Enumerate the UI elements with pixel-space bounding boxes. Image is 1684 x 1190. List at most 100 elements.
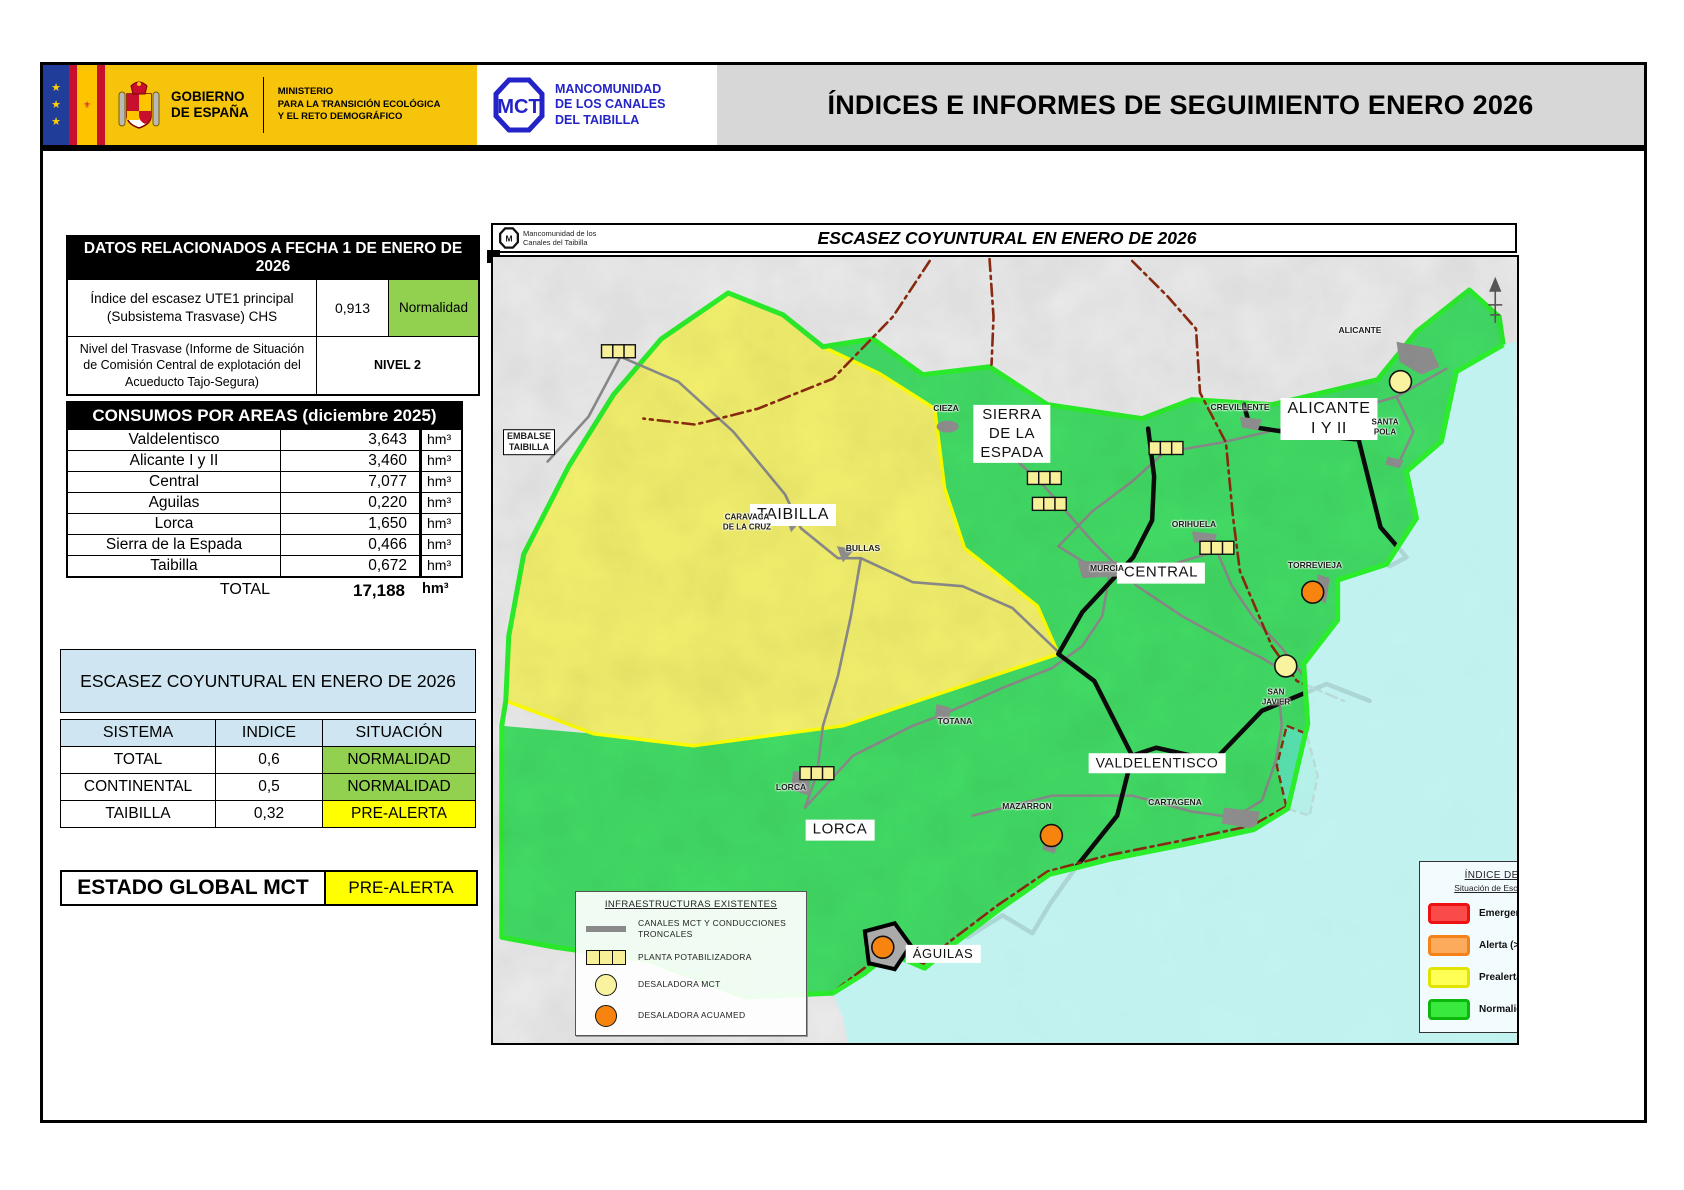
- table-row: Lorca 1,650 hm³: [68, 513, 461, 534]
- sistema-cell: TOTAL: [61, 746, 215, 773]
- area-value: 7,077: [280, 471, 419, 492]
- desaladora-acuamed-icon: [1302, 581, 1324, 603]
- city-label-cartagena: CARTAGENA: [1148, 797, 1202, 807]
- prealerta-swatch: [1428, 967, 1470, 988]
- area-value: 0,220: [280, 492, 419, 513]
- legend-item: Normalidad (> 0,50): [1428, 999, 1519, 1020]
- infra-legend: INFRAESTRUCTURAS EXISTENTES CANALES MCT …: [575, 891, 807, 1036]
- planta-potabilizadora-icon: [1032, 497, 1066, 510]
- area-value: 0,672: [280, 555, 419, 576]
- table-row: Valdelentisco 3,643 hm³: [68, 429, 461, 450]
- mct-mini-logo-icon: M: [499, 227, 519, 249]
- area-unit: hm³: [419, 429, 461, 450]
- city-label-santa-pola: SANTA POLA: [1372, 417, 1399, 436]
- area-name: Aguilas: [68, 492, 280, 513]
- area-name: Sierra de la Espada: [68, 534, 280, 555]
- area-value: 3,460: [280, 450, 419, 471]
- city-label-caravaca: CARAVACA DE LA CRUZ: [723, 512, 771, 531]
- situacion-cell: PRE-ALERTA: [322, 800, 475, 827]
- report-page: ★★★ ⚜ GOBIERNO DE ESPAÑA: [0, 0, 1684, 1190]
- sistema-cell: CONTINENTAL: [61, 773, 215, 800]
- total-value: 17,188: [278, 581, 417, 601]
- col-indice: INDICE: [215, 720, 322, 746]
- table-row: Alicante I y II 3,460 hm³: [68, 450, 461, 471]
- table-row: Taibilla 0,672 hm³: [68, 555, 461, 576]
- table-row: CONTINENTAL 0,5 NORMALIDAD: [61, 773, 475, 800]
- area-unit: hm³: [419, 513, 461, 534]
- normalidad-swatch: [1428, 999, 1470, 1020]
- sistema-cell: TAIBILLA: [61, 800, 215, 827]
- header-divider: [263, 77, 264, 133]
- planta-potabilizadora-icon: [800, 767, 834, 780]
- city-label-lorca: LORCA: [776, 782, 806, 792]
- city-label-alicante: ALICANTE: [1339, 325, 1382, 335]
- desaladora-mct-icon: [1275, 655, 1297, 677]
- total-unit: hm³: [417, 581, 463, 601]
- table-header-row: SISTEMA INDICE SITUACIÓN: [61, 720, 475, 746]
- area-value: 0,466: [280, 534, 419, 555]
- col-situacion: SITUACIÓN: [322, 720, 475, 746]
- area-value: 3,643: [280, 429, 419, 450]
- legend-item: Alerta (>0,15<=0,30): [1428, 935, 1519, 956]
- legend-item: Prealerta (>0,30<=0,50): [1428, 967, 1519, 988]
- header: ★★★ ⚜ GOBIERNO DE ESPAÑA: [40, 62, 1647, 148]
- area-unit: hm³: [419, 492, 461, 513]
- area-label-lorca: LORCA: [806, 820, 875, 841]
- desaladora-mct-icon: [1390, 371, 1412, 393]
- consumos-table: CONSUMOS POR AREAS (diciembre 2025) Vald…: [66, 401, 463, 601]
- datos-row1-label: Índice del escasez UTE1 principal (Subsi…: [68, 279, 316, 336]
- map-titlebar: M Mancomunidad de los Canales del Taibil…: [491, 223, 1517, 253]
- legend-item: CANALES MCT Y CONDUCCIONES TRONCALES: [584, 918, 798, 941]
- spain-coat-of-arms-icon: [117, 78, 161, 132]
- datos-row1-value: 0,913: [316, 279, 388, 336]
- area-unit: hm³: [419, 450, 461, 471]
- planta-potabilizadora-icon: [1200, 541, 1234, 554]
- situacion-cell: NORMALIDAD: [322, 773, 475, 800]
- area-unit: hm³: [419, 534, 461, 555]
- mct-logo-icon: MCT: [493, 77, 545, 133]
- area-name: Taibilla: [68, 555, 280, 576]
- city-label-embalse-taibilla: EMBALSE TAIBILLA: [503, 429, 555, 455]
- col-sistema: SISTEMA: [61, 720, 215, 746]
- total-label: TOTAL: [66, 581, 278, 601]
- city-label-bullas: BULLAS: [846, 543, 880, 553]
- desaladora-acuamed-icon: [872, 936, 894, 958]
- legend-item: DESALADORA ACUAMED: [584, 1005, 798, 1027]
- consumos-total-row: TOTAL 17,188 hm³: [66, 581, 463, 601]
- area-unit: hm³: [419, 471, 461, 492]
- legend-item: DESALADORA MCT: [584, 974, 798, 996]
- gobierno-line1: GOBIERNO: [171, 89, 249, 105]
- spain-eu-flag-icon: ★★★ ⚜: [43, 65, 105, 145]
- legend-item: Emergencia (<=0,15): [1428, 903, 1519, 924]
- title-band: ÍNDICES E INFORMES DE SEGUIMIENTO ENERO …: [717, 65, 1644, 145]
- area-name: Alicante I y II: [68, 450, 280, 471]
- table-row: Nivel del Trasvase (Informe de Situación…: [68, 336, 478, 394]
- escasez-legend: ÍNDICE DE ESCASEZ Situación de Escasez c…: [1419, 861, 1519, 1033]
- city-label-orihuela: ORIHUELA: [1172, 519, 1216, 529]
- city-label-cieza: CIEZA: [933, 403, 959, 413]
- escasez-legend-subtitle: Situación de Escasez conyuntural: [1428, 883, 1519, 893]
- map-brand-label: Mancomunidad de los Canales del Taibilla: [523, 229, 596, 247]
- table-row: Central 7,077 hm³: [68, 471, 461, 492]
- planta-potabilizadora-icon: [584, 950, 628, 965]
- area-name: Valdelentisco: [68, 429, 280, 450]
- area-label-aguilas: ÁGUILAS: [906, 945, 981, 963]
- desaladora-acuamed-icon: [584, 1005, 628, 1027]
- datos-table-title: DATOS RELACIONADOS A FECHA 1 DE ENERO DE…: [68, 237, 478, 279]
- indice-cell: 0,6: [215, 746, 322, 773]
- escasez-legend-title: ÍNDICE DE ESCASEZ: [1428, 870, 1519, 881]
- indice-cell: 0,32: [215, 800, 322, 827]
- area-label-alicante: ALICANTE I Y II: [1280, 398, 1377, 440]
- area-label-central: CENTRAL: [1117, 563, 1205, 584]
- city-label-san-javier: SAN JAVIER: [1262, 687, 1290, 706]
- area-value: 1,650: [280, 513, 419, 534]
- estado-global-value: PRE-ALERTA: [326, 870, 478, 906]
- table-row: TAIBILLA 0,32 PRE-ALERTA: [61, 800, 475, 827]
- escasez-table: SISTEMA INDICE SITUACIÓN TOTAL 0,6 NORMA…: [60, 719, 476, 828]
- content: DATOS RELACIONADOS A FECHA 1 DE ENERO DE…: [40, 148, 1647, 1123]
- city-label-mazarron: MAZARRON: [1002, 801, 1052, 811]
- city-label-totana: TOTANA: [938, 716, 973, 726]
- escasez-block: ESCASEZ COYUNTURAL EN ENERO DE 2026 SIST…: [60, 649, 476, 828]
- area-name: Central: [68, 471, 280, 492]
- svg-text:M: M: [505, 233, 512, 243]
